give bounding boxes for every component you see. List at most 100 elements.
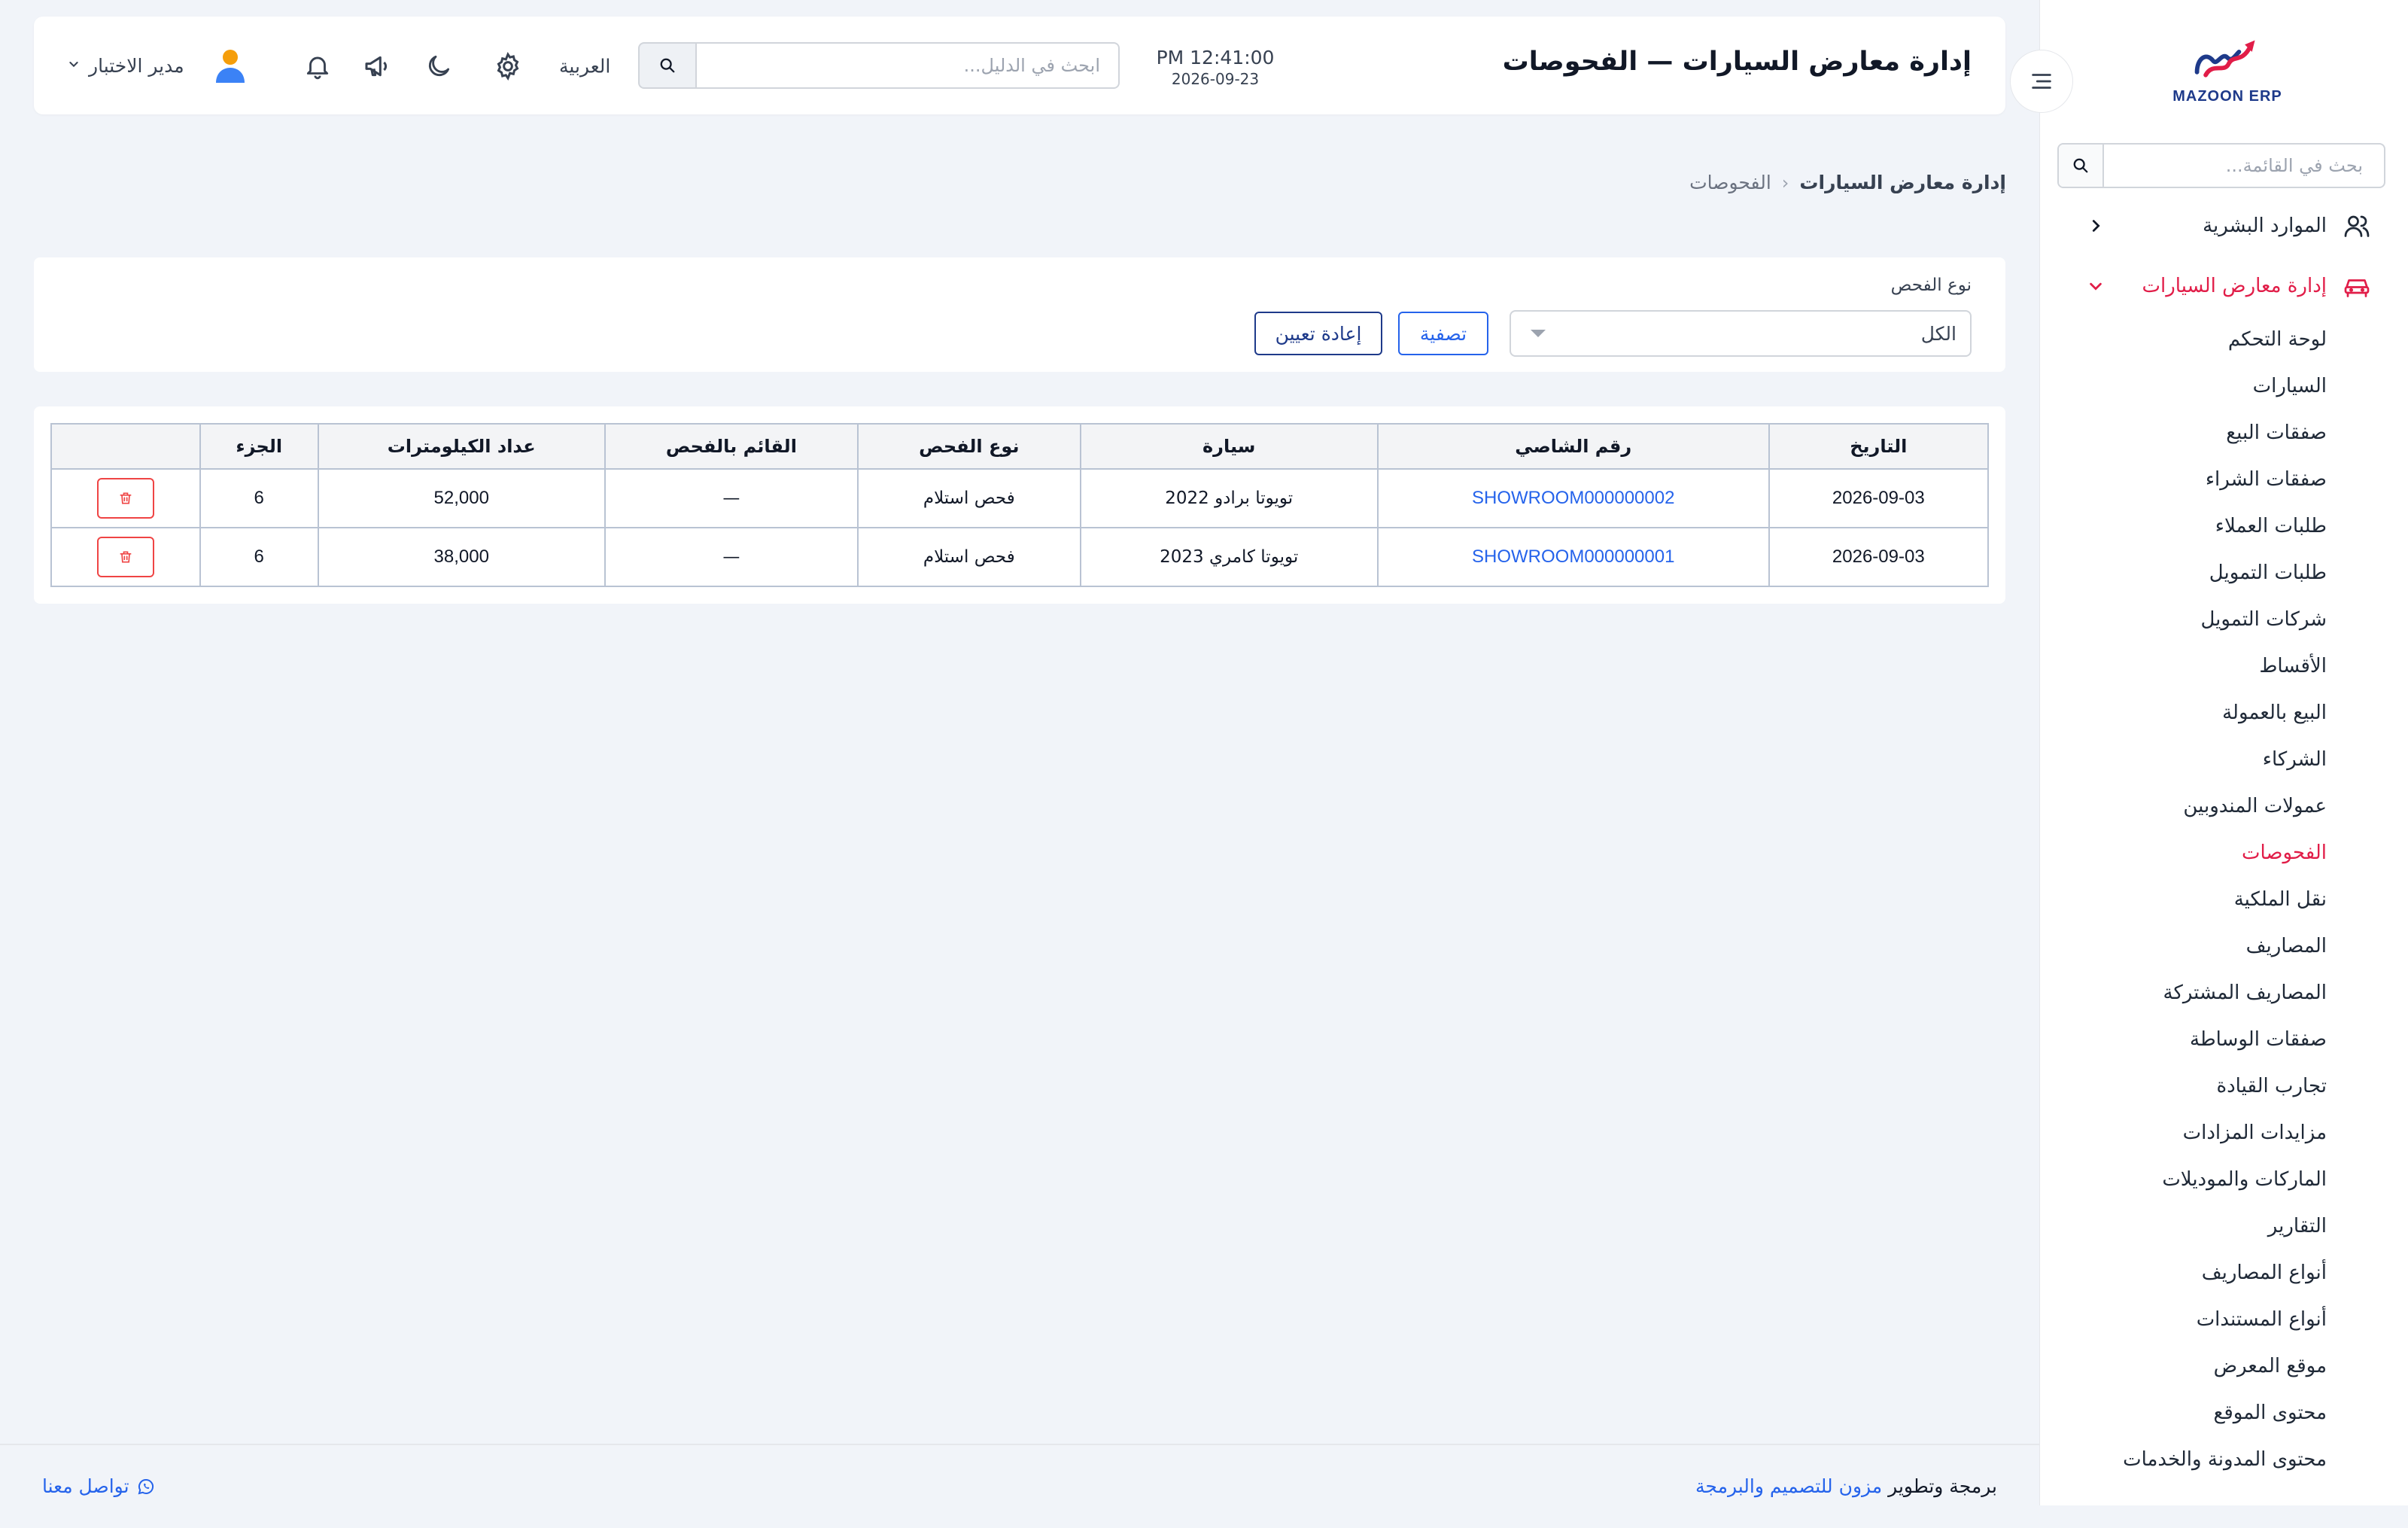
column-header-odometer[interactable]: عداد الكيلومترات [317,423,606,470]
chevron-down-icon [68,58,80,73]
directory-search [638,42,1120,89]
column-header-inspector[interactable]: القائم بالفحص [604,423,859,470]
sidebar-search [2057,143,2385,188]
breadcrumb: إدارة معارض السيارات ‹ الفحوصات [1689,172,2006,193]
sidebar-item-sales-deals[interactable]: صفقات البيع [2039,409,2408,456]
breadcrumb-current: الفحوصات [1689,172,1771,193]
inspections-table-panel: التاريخ رقم الشاصي سيارة نوع الفحص القائ… [34,406,2005,604]
clock-time: PM 12:41:00 [1156,47,1275,68]
dark-mode-toggle[interactable] [424,51,454,81]
inspection-type-value: الكل [1920,322,1956,345]
sidebar-item-expenses[interactable]: المصاريف [2039,923,2408,969]
filter-button[interactable]: تصفية [1398,312,1488,355]
user-name: مدير الاختبار [89,54,184,77]
footer-company-link[interactable]: مزون للتصميم والبرمجة [1695,1475,1882,1497]
sidebar-search-button[interactable] [2059,145,2104,187]
user-menu[interactable]: مدير الاختبار [68,47,249,84]
car-icon [2343,272,2370,300]
chevron-left-icon: ‹ [1781,172,1789,193]
column-header-car[interactable]: سيارة [1079,423,1379,470]
sidebar-item-purchase-deals[interactable]: صفقات الشراء [2039,456,2408,503]
cell-chassis-link[interactable]: SHOWROOM000000002 [1376,468,1770,528]
sidebar-item-reports[interactable]: التقارير [2039,1203,2408,1249]
delete-button[interactable] [96,478,154,519]
cell-odometer: 52,000 [317,468,606,528]
footer-credit: برمجة وتطوير مزون للتصميم والبرمجة [1695,1475,1997,1497]
table-row: 2026-09-03 SHOWROOM000000001 تويوتا كامر… [50,527,1990,587]
sidebar-item-cars[interactable]: السيارات [2039,363,2408,409]
cell-inspection-type: فحص استلام [857,468,1081,528]
sidebar-search-input[interactable] [2104,145,2384,187]
cell-car: تويوتا كامري 2023 [1079,527,1379,587]
contact-us-label: تواصل معنا [42,1475,129,1497]
sidebar-item-brands-models[interactable]: الماركات والموديلات [2039,1156,2408,1203]
sidebar-item-expense-types[interactable]: أنواع المصاريف [2039,1249,2408,1296]
sidebar-item-installments[interactable]: الأقساط [2039,643,2408,689]
menu-icon [2032,74,2051,89]
sidebar-item-partners[interactable]: الشركاء [2039,736,2408,783]
sidebar-group-hr[interactable]: الموارد البشرية [2039,199,2408,252]
reset-button[interactable]: إعادة تعيين [1254,312,1382,355]
delete-button[interactable] [96,537,154,577]
top-header: إدارة معارض السيارات — الفحوصات PM 12:41… [34,17,2073,114]
contact-us-link[interactable]: تواصل معنا [42,1475,155,1497]
logo-text: MAZOON ERP [2172,88,2282,105]
table-row: 2026-09-03 SHOWROOM000000002 تويوتا براد… [50,468,1990,528]
search-icon [660,58,675,73]
cell-actions [50,527,201,587]
cell-car: تويوتا برادو 2022 [1079,468,1379,528]
column-header-part[interactable]: الجزء [199,423,319,470]
logo[interactable]: MAZOON ERP [2145,30,2310,105]
notifications-button[interactable] [303,51,333,81]
column-header-chassis[interactable]: رقم الشاصي [1376,423,1770,470]
menu-toggle-button[interactable] [2010,50,2073,113]
cell-chassis-link[interactable]: SHOWROOM000000001 [1376,527,1770,587]
announcements-button[interactable] [363,51,393,81]
breadcrumb-parent[interactable]: إدارة معارض السيارات [1799,172,2006,193]
users-icon [2343,212,2370,239]
column-header-date[interactable]: التاريخ [1768,423,1990,470]
sidebar-item-commission-sales[interactable]: البيع بالعمولة [2039,689,2408,736]
sidebar-group-label: الموارد البشرية [2203,215,2327,237]
sidebar-item-test-drives[interactable]: تجارب القيادة [2039,1063,2408,1109]
inspection-type-label: نوع الفحص [1890,275,1972,295]
table-header-row: التاريخ رقم الشاصي سيارة نوع الفحص القائ… [50,423,1990,470]
column-header-actions [50,423,201,470]
sidebar-item-agent-commissions[interactable]: عمولات المندوبين [2039,783,2408,829]
cell-odometer: 38,000 [317,527,606,587]
sidebar-item-showroom-site[interactable]: موقع المعرض [2039,1343,2408,1390]
cell-inspector: — [604,527,859,587]
directory-search-button[interactable] [638,42,695,89]
sidebar-item-customer-requests[interactable]: طلبات العملاء [2039,503,2408,549]
chevron-down-icon [2084,275,2107,297]
moon-icon [428,55,450,77]
sidebar-item-finance-companies[interactable]: شركات التمويل [2039,596,2408,643]
trash-icon [120,492,132,504]
settings-button[interactable] [493,51,523,81]
logo-mark-icon [2194,40,2255,78]
sidebar-group-car-showrooms[interactable]: إدارة معارض السيارات [2039,260,2408,312]
footer-credit-prefix: برمجة وتطوير [1888,1475,1997,1497]
sidebar-item-dashboard[interactable]: لوحة التحكم [2039,316,2408,363]
column-header-inspection-type[interactable]: نوع الفحص [857,423,1081,470]
sidebar-group-label: إدارة معارض السيارات [2142,275,2327,297]
directory-search-input[interactable] [695,42,1120,89]
sidebar-item-shared-expenses[interactable]: المصاريف المشتركة [2039,969,2408,1016]
sidebar-item-document-types[interactable]: أنواع المستندات [2039,1296,2408,1343]
cell-part: 6 [199,468,319,528]
gear-icon [497,51,519,81]
sidebar-item-site-content[interactable]: محتوى الموقع [2039,1390,2408,1436]
clock-date: 2026-09-23 [1171,70,1260,88]
sidebar-item-ownership-transfer[interactable]: نقل الملكية [2039,876,2408,923]
cell-inspector: — [604,468,859,528]
sidebar-item-brokerage-deals[interactable]: صفقات الوساطة [2039,1016,2408,1063]
inspection-type-select[interactable]: الكل [1510,310,1972,357]
cell-part: 6 [199,527,319,587]
sidebar-item-inspections[interactable]: الفحوصات [2039,829,2408,876]
sidebar-submenu: لوحة التحكم السيارات صفقات البيع صفقات ا… [2039,316,2408,1483]
language-switcher[interactable]: العربية [559,56,610,78]
sidebar-item-auction-bids[interactable]: مزايدات المزادات [2039,1109,2408,1156]
sidebar-item-finance-requests[interactable]: طلبات التمويل [2039,549,2408,596]
sidebar-item-blog-services-content[interactable]: محتوى المدونة والخدمات [2039,1436,2408,1483]
cell-actions [50,468,201,528]
